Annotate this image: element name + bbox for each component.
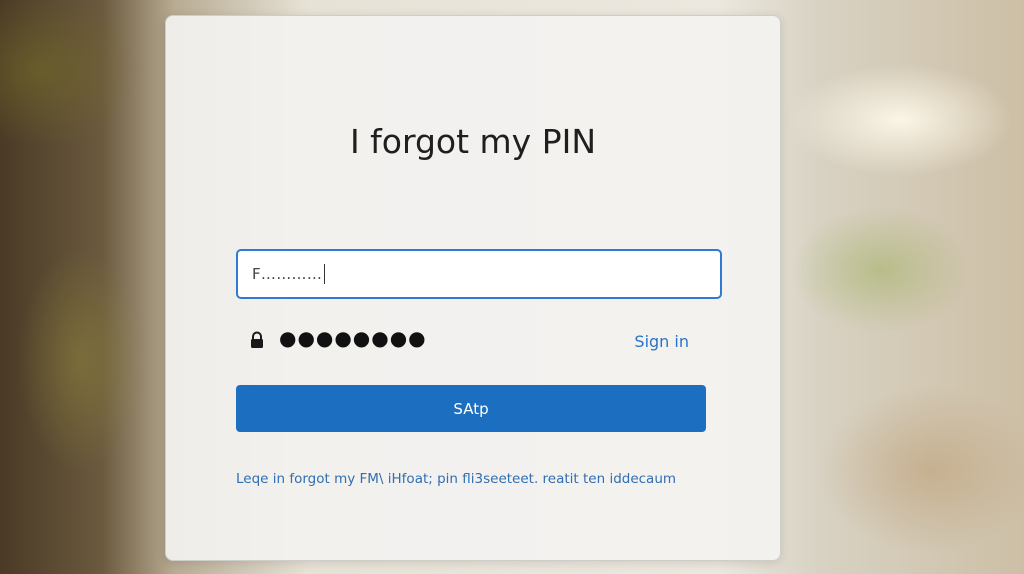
account-input-value: F………… <box>252 265 323 283</box>
masked-pin: ●●●●●●●● <box>279 326 427 350</box>
sign-in-link[interactable]: Sign in <box>634 332 689 351</box>
dialog-title: I forgot my PIN <box>349 122 597 161</box>
primary-button[interactable]: SAtp <box>236 385 706 432</box>
lock-icon <box>251 331 263 348</box>
text-caret <box>324 264 326 284</box>
account-input[interactable]: F………… <box>236 249 722 299</box>
pin-row: ●●●●●●●● Sign in <box>249 326 689 353</box>
forgot-pin-dialog: I forgot my PIN F………… ●●●●●●●● Sign in S… <box>165 15 781 561</box>
footer-link[interactable]: Leqe in forgot my FM\ iHfoat; pin fli3se… <box>236 471 716 487</box>
